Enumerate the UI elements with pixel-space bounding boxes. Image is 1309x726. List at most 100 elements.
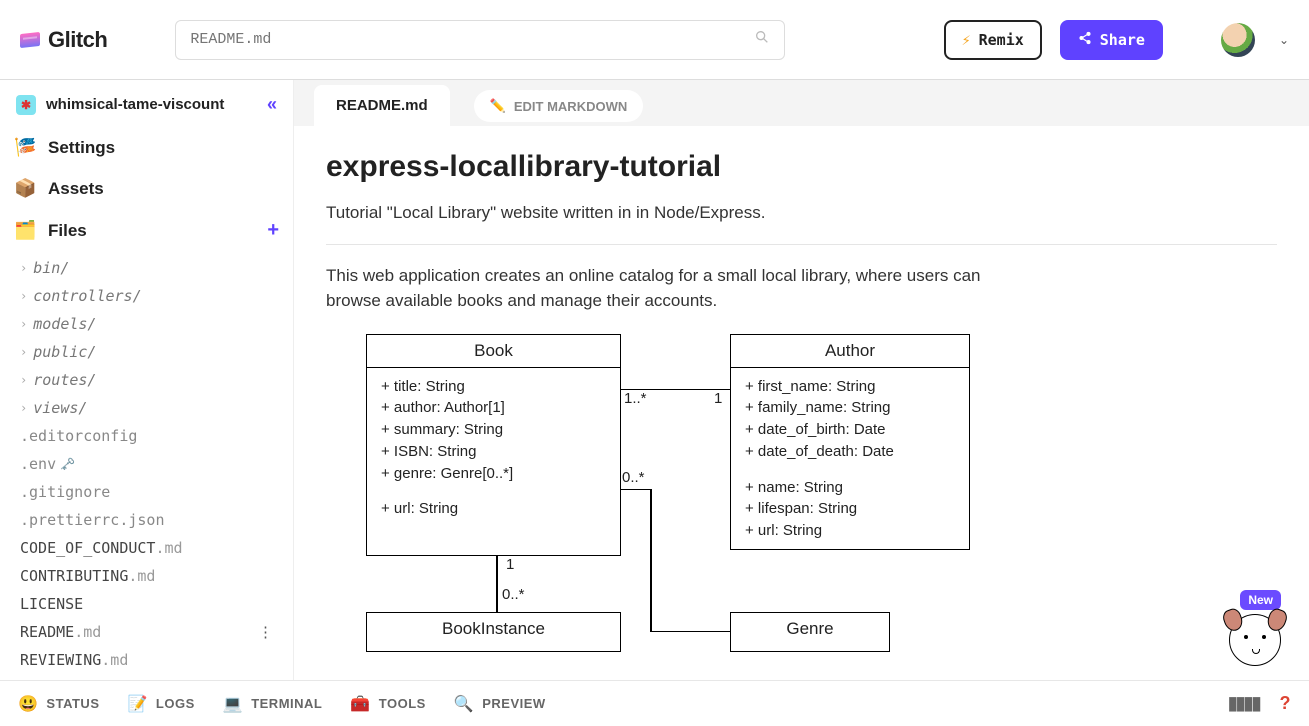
chevron-right-icon: › <box>20 401 27 415</box>
glitch-logo-icon <box>20 31 40 47</box>
file-dir[interactable]: ›public/ <box>14 338 293 366</box>
file-list: ›bin/›controllers/›models/›public/›route… <box>0 252 293 680</box>
file-item[interactable]: .gitignore <box>14 478 293 506</box>
footer-terminal[interactable]: 💻 TERMINAL <box>223 694 323 714</box>
terminal-icon: 💻 <box>223 694 243 714</box>
edit-markdown-label: EDIT MARKDOWN <box>514 99 627 114</box>
file-dir[interactable]: ›views/ <box>14 394 293 422</box>
chevron-right-icon: › <box>20 373 27 387</box>
chevron-right-icon: › <box>20 261 27 275</box>
add-file-icon[interactable]: + <box>267 219 279 242</box>
uml-diagram: Book + title: String+ author: Author[1]+… <box>326 334 1006 681</box>
project-selector[interactable]: ✱ whimsical-tame-viscount « <box>0 80 293 127</box>
terminal-label: TERMINAL <box>251 696 322 711</box>
footer-preview[interactable]: 🔍 PREVIEW <box>454 694 546 714</box>
tools-label: TOOLS <box>379 696 426 711</box>
uml-author-title: Author <box>731 335 969 368</box>
logs-icon: 📝 <box>128 694 148 714</box>
file-menu-icon[interactable]: ⋮ <box>258 623 275 641</box>
uml-author-attrs: + first_name: String+ family_name: Strin… <box>731 368 969 550</box>
file-item[interactable]: LICENSE <box>14 590 293 618</box>
divider <box>326 244 1277 245</box>
tools-icon: 🧰 <box>350 694 370 714</box>
uml-mult-book-genre: 0..* <box>622 469 645 486</box>
uml-class-book: Book + title: String+ author: Author[1]+… <box>366 334 621 556</box>
logo[interactable]: Glitch <box>20 27 107 53</box>
uml-bookinstance-title: BookInstance <box>367 613 620 645</box>
file-item[interactable]: .editorconfig <box>14 422 293 450</box>
footer-tools[interactable]: 🧰 TOOLS <box>350 694 425 714</box>
uml-mult-book-author-right: 1 <box>714 390 722 407</box>
status-icon: 😃 <box>18 694 38 714</box>
share-button[interactable]: Share <box>1060 20 1163 60</box>
avatar[interactable] <box>1221 23 1255 57</box>
status-label: STATUS <box>46 696 99 711</box>
readme-title: express-locallibrary-tutorial <box>326 150 1277 184</box>
files-label: Files <box>48 221 87 241</box>
editor-area: README.md ✏️ EDIT MARKDOWN express-local… <box>294 80 1309 680</box>
footer-logs[interactable]: 📝 LOGS <box>128 694 195 714</box>
uml-line <box>650 631 730 633</box>
assets-label: Assets <box>48 179 104 199</box>
readme-document: express-locallibrary-tutorial Tutorial "… <box>294 126 1309 680</box>
search-icon <box>754 29 770 50</box>
brand-name: Glitch <box>48 27 107 53</box>
files-icon: 🗂️ <box>14 220 36 241</box>
chevron-right-icon: › <box>20 289 27 303</box>
sidebar: ✱ whimsical-tame-viscount « 🎏 Settings 📦… <box>0 80 294 680</box>
file-item[interactable]: .prettierrc.json <box>14 506 293 534</box>
uml-mult-book-bi-bottom: 0..* <box>502 586 525 603</box>
settings-icon: 🎏 <box>14 137 36 158</box>
uml-book-title: Book <box>367 335 620 368</box>
file-dir[interactable]: ›routes/ <box>14 366 293 394</box>
help-icon[interactable]: ? <box>1280 693 1292 714</box>
file-item[interactable]: README.md⋮ <box>14 618 293 646</box>
sidebar-settings[interactable]: 🎏 Settings <box>0 127 293 168</box>
search-input[interactable] <box>190 31 754 48</box>
uml-mult-book-bi-top: 1 <box>506 556 514 573</box>
tabbar: README.md ✏️ EDIT MARKDOWN <box>294 80 1309 126</box>
uml-class-bookinstance: BookInstance <box>366 612 621 652</box>
sidebar-assets[interactable]: 📦 Assets <box>0 168 293 209</box>
assets-icon: 📦 <box>14 178 36 199</box>
remix-button[interactable]: ⚡ Remix <box>944 20 1042 60</box>
new-badge: New <box>1240 590 1281 610</box>
search-box[interactable] <box>175 20 785 60</box>
footer-status[interactable]: 😃 STATUS <box>18 694 100 714</box>
pencil-icon: ✏️ <box>490 98 506 114</box>
uml-book-attrs: + title: String+ author: Author[1]+ summ… <box>367 368 620 529</box>
uml-class-genre: Genre <box>730 612 890 652</box>
header: Glitch ⚡ Remix Share ⌄ <box>0 0 1309 80</box>
user-menu-caret-icon[interactable]: ⌄ <box>1279 33 1289 47</box>
uml-genre-title: Genre <box>731 613 889 645</box>
file-item[interactable]: CODE_OF_CONDUCT.md <box>14 534 293 562</box>
glitch-mascot[interactable]: New <box>1229 604 1293 674</box>
keyboard-shortcuts-icon[interactable]: ▮▮▮▮ <box>1228 693 1260 714</box>
file-dir[interactable]: ›models/ <box>14 310 293 338</box>
chevron-right-icon: › <box>20 345 27 359</box>
project-name: whimsical-tame-viscount <box>46 96 224 113</box>
edit-markdown-button[interactable]: ✏️ EDIT MARKDOWN <box>474 90 644 122</box>
key-icon: 🗝️ <box>60 457 75 471</box>
file-item[interactable]: CONTRIBUTING.md <box>14 562 293 590</box>
file-item[interactable]: REVIEWING.md <box>14 646 293 674</box>
collapse-sidebar-icon[interactable]: « <box>267 94 277 115</box>
uml-line <box>650 489 652 632</box>
settings-label: Settings <box>48 138 115 158</box>
dog-face-icon <box>1229 614 1281 666</box>
sidebar-files[interactable]: 🗂️ Files + <box>0 209 293 252</box>
readme-desc: This web application creates an online c… <box>326 263 1006 314</box>
uml-line <box>621 489 651 491</box>
preview-label: PREVIEW <box>482 696 545 711</box>
preview-icon: 🔍 <box>454 694 474 714</box>
share-label: Share <box>1100 31 1145 49</box>
project-icon: ✱ <box>16 95 36 115</box>
file-dir[interactable]: ›bin/ <box>14 254 293 282</box>
file-item[interactable]: .env🗝️ <box>14 450 293 478</box>
lightning-icon: ⚡ <box>962 31 971 49</box>
logs-label: LOGS <box>156 696 195 711</box>
footer: 😃STATUS 📝LOGS 💻TERMINAL 🧰TOOLS 🔍PREVIEW … <box>0 680 1309 726</box>
file-dir[interactable]: ›controllers/ <box>14 282 293 310</box>
tab-readme[interactable]: README.md <box>314 85 450 126</box>
chevron-right-icon: › <box>20 317 27 331</box>
